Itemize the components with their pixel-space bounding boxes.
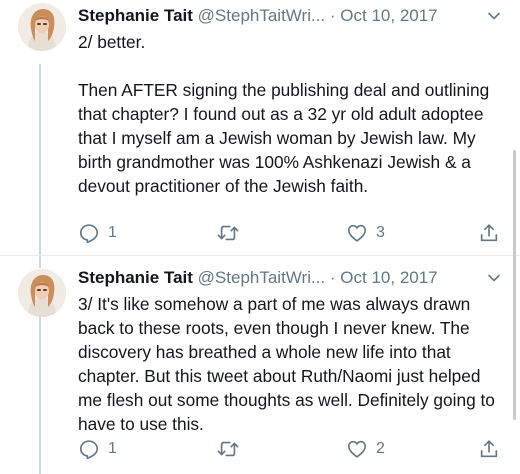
heart-icon xyxy=(347,440,367,458)
like-button[interactable]: 3 xyxy=(346,220,385,246)
chevron-down-icon[interactable] xyxy=(486,270,502,286)
display-name[interactable]: Stephanie Tait xyxy=(78,6,193,25)
tweet-date[interactable]: Oct 10, 2017 xyxy=(340,268,437,287)
share-icon xyxy=(480,224,498,242)
reply-count: 1 xyxy=(108,224,117,241)
chevron-down-icon[interactable] xyxy=(486,8,502,24)
tweet-actions: 1 3 xyxy=(78,220,500,246)
like-button[interactable]: 2 xyxy=(346,436,385,462)
retweet-button[interactable] xyxy=(216,436,240,462)
reply-icon xyxy=(79,440,99,460)
like-count: 2 xyxy=(376,440,385,457)
tweet-text: 3/ It's like somehow a part of me was al… xyxy=(78,292,498,436)
share-button[interactable] xyxy=(478,436,500,462)
reply-button[interactable]: 1 xyxy=(78,220,117,246)
avatar[interactable] xyxy=(18,269,66,317)
retweet-icon xyxy=(217,441,239,457)
tweet-header: Stephanie Tait @StephTaitWri... · Oct 10… xyxy=(78,266,490,290)
user-handle[interactable]: @StephTaitWri... xyxy=(198,6,325,25)
tweet[interactable]: Stephanie Tait @StephTaitWri... · Oct 10… xyxy=(0,0,520,256)
reply-count: 1 xyxy=(108,440,117,457)
scrollbar[interactable] xyxy=(513,150,516,420)
share-button[interactable] xyxy=(478,220,500,246)
heart-icon xyxy=(347,224,367,242)
retweet-icon xyxy=(217,225,239,241)
like-count: 3 xyxy=(376,224,385,241)
tweet-header: Stephanie Tait @StephTaitWri... · Oct 10… xyxy=(78,4,490,28)
avatar[interactable] xyxy=(18,3,66,51)
tweet-paragraph: Then AFTER signing the publishing deal a… xyxy=(78,80,490,196)
reply-button[interactable]: 1 xyxy=(78,436,117,462)
tweet-paragraph: 3/ It's like somehow a part of me was al… xyxy=(78,294,495,434)
tweet-actions: 1 2 xyxy=(78,436,500,462)
share-icon xyxy=(480,440,498,458)
header-separator: · xyxy=(329,6,336,25)
tweet-text: 2/ better. Then AFTER signing the publis… xyxy=(78,30,498,198)
tweet-date[interactable]: Oct 10, 2017 xyxy=(340,6,437,25)
tweet-paragraph: 2/ better. xyxy=(78,32,146,52)
user-handle[interactable]: @StephTaitWri... xyxy=(198,268,325,287)
reply-icon xyxy=(79,224,99,244)
tweet[interactable]: Stephanie Tait @StephTaitWri... · Oct 10… xyxy=(0,256,520,474)
retweet-button[interactable] xyxy=(216,220,240,246)
display-name[interactable]: Stephanie Tait xyxy=(78,268,193,287)
header-separator: · xyxy=(329,268,336,287)
